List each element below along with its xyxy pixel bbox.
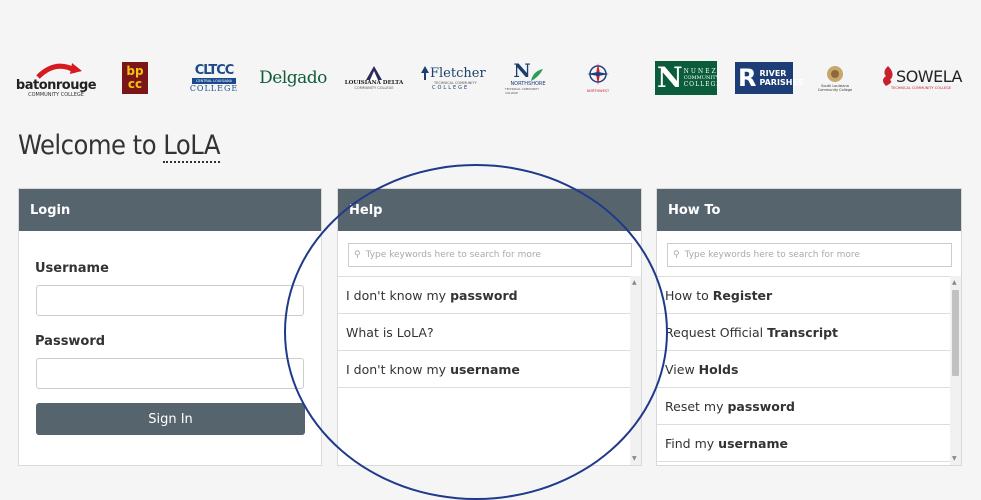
triangle-up-icon[interactable]: ▲ [632,279,637,286]
howto-list: How to Register Request Official Transcrip… [657,276,950,462]
help-item-password[interactable]: I don't know my password [338,277,630,314]
baton-rouge-logo: batonrouge COMMUNITY COLLEGE [16,48,97,108]
river-parishes-logo: R RIVER PARISHES [734,48,804,108]
help-item-bold: password [450,287,518,303]
nunez-line1: NUNEZ [683,68,718,75]
login-panel-header: Login [19,189,321,231]
fletcher-tree-icon [421,66,429,80]
howto-item-bold: username [718,435,788,451]
password-label: Password [35,334,106,349]
nunez-logo: N NUNEZ COMMUNITY COLLEGE [655,61,722,95]
password-field[interactable] [36,358,304,389]
howto-search-input[interactable]: ⚲ Type keywords here to search for more [667,243,952,267]
bpcc-logo: bp cc [121,48,149,108]
howto-search-placeholder: Type keywords here to search for more [684,250,860,260]
help-item-bold: username [450,361,520,377]
cltcc-logo: CLTCC CENTRAL LOUISIANA COLLEGE [190,48,238,108]
help-item-what-is-lola[interactable]: What is LoLA? [338,314,630,351]
northshore-sub: TECHNICAL COMMUNITY COLLEGE [505,86,540,95]
help-search-input[interactable]: ⚲ Type keywords here to search for more [348,243,632,267]
howto-scrollbar[interactable]: ▲ ▼ [950,276,961,465]
username-field[interactable] [36,285,304,316]
delgado-logo: Delgado [259,48,327,108]
login-panel: Login Username Password Sign In [18,188,322,466]
college-logos-row: batonrouge COMMUNITY COLLEGE bp cc CLTCC… [0,48,981,108]
help-panel: Help ⚲ Type keywords here to search for … [337,188,642,466]
triangle-up-icon[interactable]: ▲ [952,279,957,286]
page-title-prefix: Welcome to [18,130,164,161]
page-title-abbr: LoLA [163,130,220,163]
northwest-name: NORTHWEST [586,89,610,93]
howto-item-register[interactable]: How to Register [657,277,950,314]
delgado-name: Delgado [259,68,327,88]
sowela-flame-icon [883,66,893,86]
sowela-logo: SOWELA TECHNICAL COMMUNITY COLLEGE [880,48,962,108]
river-parishes-line2: PARISHES [759,78,804,87]
howto-panel: How To ⚲ Type keywords here to search fo… [656,188,962,466]
howto-item-reset-password[interactable]: Reset my password [657,388,950,425]
northshore-logo: N NORTHSHORE TECHNICAL COMMUNITY COLLEGE [505,48,551,108]
howto-item-holds[interactable]: View Holds [657,351,950,388]
nunez-line3: COLLEGE [683,81,722,88]
sign-in-button[interactable]: Sign In [36,403,305,435]
bpcc-mark: bp cc [122,62,148,94]
help-search-placeholder: Type keywords here to search for more [365,250,541,260]
triangle-down-icon[interactable]: ▼ [632,455,637,462]
louisiana-delta-logo: LOUISIANA DELTA COMMUNITY COLLEGE [340,48,408,108]
sowela-name: SOWELA [896,66,962,86]
howto-item-bold: password [727,398,795,414]
howto-item-find-username[interactable]: Find my username [657,425,950,462]
fletcher-name: Fletcher [430,65,486,81]
help-item-text: I don't know my [346,361,447,377]
river-parishes-line1: RIVER [759,69,787,78]
howto-item-text: View [665,361,695,377]
help-item-username[interactable]: I don't know my username [338,351,630,388]
help-item-text: I don't know my [346,287,447,303]
howto-item-bold: Transcript [767,324,839,340]
howto-item-text: How to [665,287,709,303]
help-panel-header: Help [338,189,641,231]
help-list: I don't know my password What is LoLA? I … [338,276,630,388]
page-title: Welcome to LoLA [18,130,220,163]
howto-item-bold: Register [712,287,773,303]
baton-rouge-arc-icon [36,62,82,79]
south-louisiana-line2: Community College [817,88,853,92]
northwest-logo: NORTHWEST [580,48,616,108]
delta-triangle-icon [366,66,382,80]
howto-item-text: Request Official [665,324,764,340]
username-label: Username [35,261,109,276]
howto-scroll-thumb[interactable] [952,290,959,376]
baton-rouge-sub: COMMUNITY COLLEGE [28,91,84,98]
help-item-text: What is LoLA? [346,324,434,340]
louisiana-delta-sub: COMMUNITY COLLEGE [354,86,394,90]
howto-item-text: Find my [665,435,715,451]
cltcc-mark: CLTCC [194,62,235,78]
howto-item-transcript[interactable]: Request Official Transcript [657,314,950,351]
howto-item-bold: Holds [698,361,739,377]
howto-panel-header: How To [657,189,961,231]
baton-rouge-name: batonrouge [15,77,97,93]
northshore-leaf-icon [530,68,543,81]
south-louisiana-logo: South Louisiana Community College [810,48,860,108]
howto-item-text: Reset my [665,398,724,414]
south-louisiana-seal-icon [827,66,843,82]
fletcher-logo: Fletcher TECHNICAL COMMUNITY COLLEGE [420,48,486,108]
search-icon: ⚲ [354,250,361,260]
cltcc-bottom: COLLEGE [189,83,239,93]
sowela-sub: TECHNICAL COMMUNITY COLLEGE [890,86,952,90]
fletcher-bottom: COLLEGE [432,84,470,91]
help-scrollbar[interactable]: ▲ ▼ [630,276,641,465]
triangle-down-icon[interactable]: ▼ [952,455,957,462]
compass-icon [587,63,609,85]
search-icon: ⚲ [673,250,680,260]
